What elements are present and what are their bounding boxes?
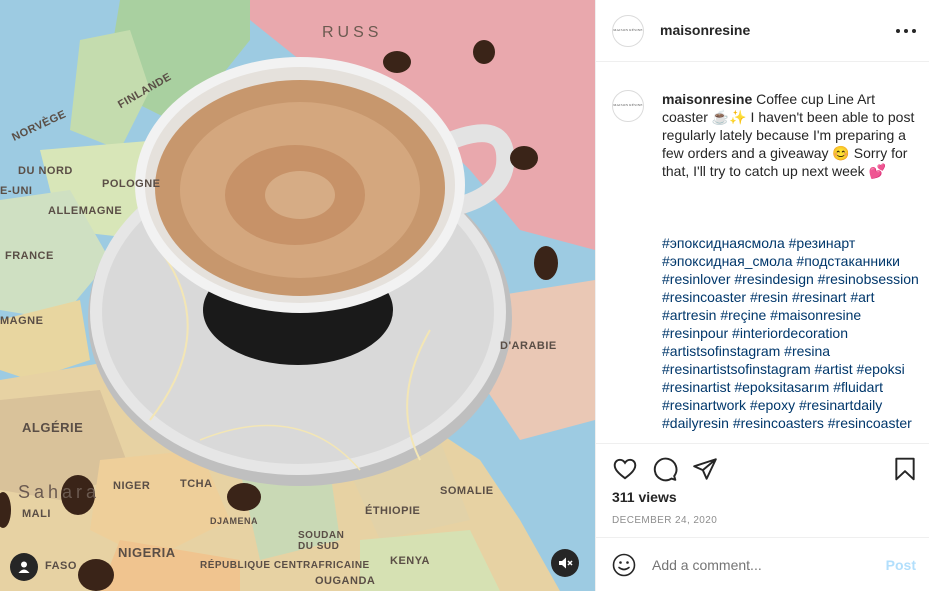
hashtag-link[interactable]: #resina <box>784 343 830 359</box>
map-label: ÉTHIOPIE <box>365 505 421 517</box>
post-media[interactable]: RUSS NORVÈGE FINLANDE POLOGNE ALLEMAGNE … <box>0 0 595 591</box>
comment-input[interactable] <box>652 557 852 573</box>
hashtag-link[interactable]: #epoxy <box>750 397 795 413</box>
avatar[interactable]: MAISON RÉSINE <box>612 15 644 47</box>
map-label: POLOGNE <box>102 178 161 190</box>
hashtag-link[interactable]: #dailyresin <box>662 415 729 431</box>
map-label: ALGÉRIE <box>22 420 84 435</box>
hashtag-link[interactable]: #resinartwork <box>662 397 746 413</box>
map-label: NIGER <box>113 480 151 492</box>
hashtag-link[interactable]: #artistsofinstagram <box>662 343 780 359</box>
map-label: KENYA <box>390 555 430 567</box>
hashtag-link[interactable]: #resinartistsofinstagram <box>662 361 811 377</box>
username-link[interactable]: maisonresine <box>660 22 750 38</box>
map-label: RUSS <box>322 24 383 41</box>
map-label: FRANCE <box>5 250 54 262</box>
hashtag-link[interactable]: #эпоксидная_смола <box>662 253 793 269</box>
hashtag-link[interactable]: #interiordecoration <box>732 325 848 341</box>
paper-plane-icon[interactable] <box>692 456 718 482</box>
action-bar <box>596 443 929 495</box>
map-label: FASO <box>45 560 77 572</box>
hashtag-link[interactable]: #resindesign <box>734 271 813 287</box>
post-details-panel: MAISON RÉSINE maisonresine MAISON RÉSINE… <box>595 0 929 591</box>
hashtag-link[interactable]: #resinart <box>792 289 846 305</box>
map-label: OUGANDA <box>315 575 376 587</box>
hashtag-link[interactable]: #epoksi <box>857 361 905 377</box>
map-label: DJAMENA <box>210 516 259 526</box>
hashtag-link[interactable]: #эпоксиднаясмола <box>662 235 785 251</box>
hashtag-link[interactable]: #resin <box>750 289 788 305</box>
hashtag-link[interactable]: #resinlover <box>662 271 730 287</box>
hashtag-link[interactable]: #resincoaster <box>662 289 746 305</box>
hashtag-link[interactable]: #подстаканники <box>796 253 900 269</box>
map-label: DU NORD <box>18 165 73 177</box>
avatar-logo-text: MAISON RÉSINE <box>613 28 643 33</box>
hashtag-link[interactable]: #maisonresine <box>770 307 861 323</box>
hashtag-link[interactable]: #artresin <box>662 307 716 323</box>
smiley-icon[interactable] <box>612 553 636 577</box>
heart-icon[interactable] <box>612 456 638 482</box>
hashtag-link[interactable]: #резинарт <box>789 235 856 251</box>
hashtag-link[interactable]: #resincoasters <box>733 415 824 431</box>
map-label: MALI <box>22 508 51 520</box>
map-label: SOMALIE <box>440 485 494 497</box>
hashtag-link[interactable]: #reçine <box>720 307 766 323</box>
hashtag-link[interactable]: #resinartdaily <box>799 397 882 413</box>
more-horizontal-icon <box>896 29 900 33</box>
post-caption: maisonresine Coffee cup Line Art coaster… <box>662 90 920 180</box>
map-label: TCHA <box>180 478 213 490</box>
map-label: NIGERIA <box>118 545 176 560</box>
mute-button[interactable] <box>551 549 579 577</box>
user-tag-button[interactable] <box>10 553 38 581</box>
map-label: D'ARABIE <box>500 340 557 352</box>
map-label: RÉPUBLIQUE CENTRAFRICAINE <box>200 560 370 571</box>
map-label: ALLEMAGNE <box>48 205 123 217</box>
hashtag-link[interactable]: #epoksitasarım <box>734 379 829 395</box>
post-header: MAISON RÉSINE maisonresine <box>596 0 929 62</box>
hashtag-link[interactable]: #fluidart <box>833 379 883 395</box>
map-label: E-UNI <box>0 185 33 197</box>
caption-username-link[interactable]: maisonresine <box>662 91 752 107</box>
hashtag-link[interactable]: #resinpour <box>662 325 728 341</box>
more-options-button[interactable] <box>896 22 916 40</box>
post-date[interactable]: DECEMBER 24, 2020 <box>612 515 717 526</box>
hashtag-link[interactable]: #resinobsession <box>818 271 919 287</box>
comment-icon[interactable] <box>652 456 678 482</box>
post-comment-button[interactable]: Post <box>886 557 916 573</box>
hashtag-link[interactable]: #art <box>850 289 874 305</box>
map-label: MAGNE <box>0 315 44 327</box>
avatar[interactable]: MAISON RÉSINE <box>612 90 644 122</box>
map-label: SOUDAN DU SUD <box>298 530 345 552</box>
view-count[interactable]: 311 views <box>612 489 677 505</box>
hashtag-link[interactable]: #resincoaster <box>828 415 912 431</box>
map-label: Sahara <box>18 482 101 502</box>
hashtag-list: #эпоксиднаясмола #резинарт #эпоксидная_с… <box>662 234 924 432</box>
user-tag-icon <box>18 561 30 573</box>
add-comment-bar: Post <box>596 537 929 591</box>
avatar-logo-text: MAISON RÉSINE <box>613 103 643 108</box>
hashtag-link[interactable]: #resinartist <box>662 379 730 395</box>
bookmark-icon[interactable] <box>892 456 918 482</box>
hashtag-link[interactable]: #artist <box>815 361 853 377</box>
comments-section[interactable]: MAISON RÉSINE maisonresine Coffee cup Li… <box>596 62 929 442</box>
speaker-muted-icon <box>559 557 573 569</box>
